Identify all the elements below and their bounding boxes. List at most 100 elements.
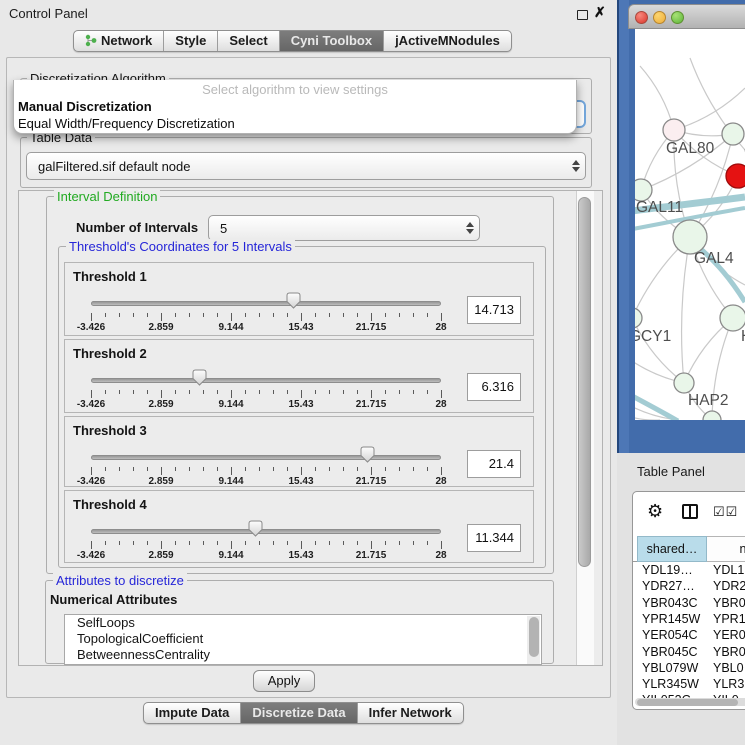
slider-tick — [441, 313, 442, 321]
table-row[interactable]: YDR27…YDR2 — [633, 579, 745, 595]
column-header-shared-name[interactable]: shared… — [637, 536, 707, 562]
cell-name: YBR0 — [713, 645, 745, 659]
slider-tick — [203, 467, 204, 471]
threshold-value-field[interactable]: 21.4 — [467, 450, 521, 478]
slider-tick — [175, 313, 176, 317]
close-icon[interactable]: ✗ — [594, 4, 606, 21]
combo-stepper-icon — [461, 222, 479, 234]
network-node[interactable] — [722, 123, 744, 145]
cell-name: YBL0 — [713, 661, 744, 675]
float-panel-icon[interactable] — [577, 10, 588, 20]
gear-icon[interactable]: ⚙ — [647, 501, 663, 522]
tab-discretize-data[interactable]: Discretize Data — [240, 703, 356, 723]
table-row[interactable]: YPR145WYPR1 — [633, 612, 745, 628]
table-row[interactable]: YBR045CYBR0 — [633, 645, 745, 661]
horizontal-scrollbar-thumb[interactable] — [637, 699, 738, 706]
slider-tick — [231, 467, 232, 475]
network-node[interactable] — [673, 220, 707, 254]
network-window-titlebar[interactable] — [628, 4, 745, 29]
tab-style[interactable]: Style — [163, 31, 217, 51]
network-node[interactable] — [635, 308, 642, 328]
close-traffic-light[interactable] — [635, 11, 648, 24]
columns-icon[interactable] — [682, 504, 698, 519]
apply-button[interactable]: Apply — [253, 670, 315, 692]
list-scrollbar-track[interactable] — [527, 616, 540, 665]
network-node-label: GAL4 — [694, 250, 734, 267]
minimize-traffic-light[interactable] — [653, 11, 666, 24]
dropdown-option-equal-width[interactable]: Equal Width/Frequency Discretization — [17, 116, 573, 131]
slider-tick — [105, 313, 106, 317]
slider-tick-label: 9.144 — [218, 476, 243, 487]
app-window: Control Panel ✗ NetworkStyleSelectCyni T… — [0, 0, 745, 745]
slider-tick — [231, 313, 232, 321]
table-data-selected-value: galFiltered.sif default node — [27, 159, 567, 174]
slider-tick — [399, 541, 400, 545]
attribute-list-item[interactable]: TopologicalCoefficient — [65, 631, 541, 647]
threshold-slider-track[interactable] — [91, 378, 441, 383]
table-data-combo[interactable]: galFiltered.sif default node — [26, 152, 586, 180]
slider-tick — [343, 467, 344, 471]
slider-tick — [399, 313, 400, 317]
slider-tick-label: 15.43 — [288, 476, 313, 487]
threshold-slider-track[interactable] — [91, 301, 441, 306]
checkbox-icons[interactable]: ☑☑ — [713, 504, 738, 520]
list-scrollbar-thumb[interactable] — [529, 617, 539, 657]
slider-tick — [161, 313, 162, 321]
slider-tick — [133, 313, 134, 317]
tab-select[interactable]: Select — [217, 31, 278, 51]
slider-tick — [315, 541, 316, 545]
threshold-value-field[interactable]: 14.713 — [467, 296, 521, 324]
attribute-list-item[interactable]: SelfLoops — [65, 615, 541, 631]
slider-tick — [217, 390, 218, 394]
tab-network[interactable]: Network — [74, 31, 163, 51]
slider-tick — [413, 390, 414, 394]
slider-tick — [343, 313, 344, 317]
tab-label: jActiveMNodules — [395, 33, 500, 48]
threshold-slider-track[interactable] — [91, 529, 441, 534]
column-header-name[interactable]: na — [707, 536, 745, 562]
network-node[interactable] — [635, 179, 652, 201]
vertical-scrollbar-thumb[interactable] — [578, 197, 591, 567]
threshold-value-field[interactable]: 11.344 — [467, 524, 521, 552]
slider-tick — [329, 467, 330, 471]
slider-tick-label: 28 — [435, 550, 446, 561]
dropdown-option-manual-discretization[interactable]: Manual Discretization — [17, 99, 573, 114]
slider-tick — [91, 467, 92, 475]
table-row[interactable]: YBR043CYBR0 — [633, 596, 745, 612]
slider-tick — [399, 467, 400, 471]
tab-cyni-toolbox[interactable]: Cyni Toolbox — [279, 31, 383, 51]
threshold-slider-thumb[interactable] — [192, 369, 207, 386]
slider-tick — [357, 390, 358, 394]
cell-shared-name: YBR043C — [642, 596, 698, 610]
slider-tick-label: 21.715 — [356, 550, 387, 561]
slider-tick — [385, 467, 386, 471]
threshold-value-field[interactable]: 6.316 — [467, 373, 521, 401]
tab-jactivemnodules[interactable]: jActiveMNodules — [383, 31, 511, 51]
table-row[interactable]: YBL079WYBL0 — [633, 661, 745, 677]
threshold-slider-thumb[interactable] — [360, 446, 375, 463]
tab-impute-data[interactable]: Impute Data — [144, 703, 240, 723]
attribute-table-window: ⚙ ☑☑ shared… na YDL19…YDL1YDR27…YDR2YBR0… — [632, 491, 745, 710]
network-canvas[interactable]: GAL80GCGAL11GAL4GCY1HHAP2 — [635, 29, 745, 420]
threshold-slider-thumb[interactable] — [248, 520, 263, 537]
attribute-list-item[interactable]: BetweennessCentrality — [65, 647, 541, 663]
slider-tick-label: 2.859 — [148, 399, 173, 410]
attributes-group-title: Attributes to discretize — [53, 573, 187, 588]
number-of-intervals-combo[interactable]: 5 — [208, 215, 480, 241]
threshold-slider-thumb[interactable] — [286, 292, 301, 309]
tab-infer-network[interactable]: Infer Network — [357, 703, 463, 723]
table-row[interactable]: YDL19…YDL1 — [633, 563, 745, 579]
number-of-intervals-value: 5 — [209, 221, 461, 236]
threshold-slider-track[interactable] — [91, 455, 441, 460]
network-node[interactable] — [703, 411, 721, 420]
table-row[interactable]: YER054CYER0 — [633, 628, 745, 644]
network-node[interactable] — [674, 373, 694, 393]
network-node[interactable] — [726, 164, 745, 188]
slider-tick — [441, 467, 442, 475]
network-node[interactable] — [663, 119, 685, 141]
horizontal-scrollbar-track[interactable] — [635, 698, 745, 706]
table-row[interactable]: YLR345WYLR3 — [633, 677, 745, 693]
slider-tick — [301, 541, 302, 549]
slider-tick — [441, 390, 442, 398]
zoom-traffic-light[interactable] — [671, 11, 684, 24]
